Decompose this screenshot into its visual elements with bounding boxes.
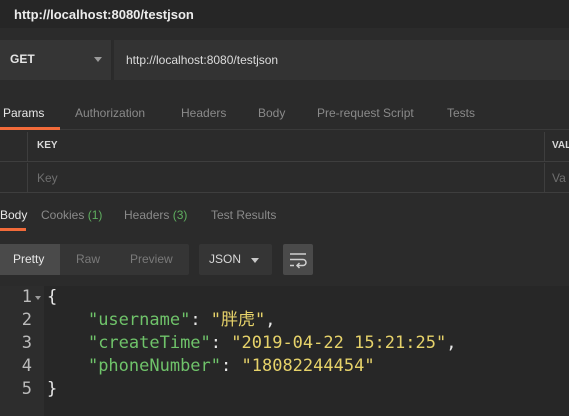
tab-cookies[interactable]: Cookies (1) bbox=[41, 208, 102, 222]
code-line: "phoneNumber": "18082244454" bbox=[87, 356, 375, 376]
tab-response-headers-label: Headers bbox=[124, 208, 170, 222]
key-column-header: KEY bbox=[28, 132, 545, 161]
tab-params[interactable]: Params bbox=[3, 106, 44, 120]
request-bar: GET bbox=[0, 40, 569, 80]
json-key: "username" bbox=[87, 310, 191, 330]
line-number: 2 bbox=[21, 310, 32, 330]
line-number: 4 bbox=[21, 356, 32, 376]
raw-button[interactable]: Raw bbox=[60, 244, 112, 275]
window-title-bar: http://localhost:8080/testjson bbox=[0, 0, 569, 28]
request-tabs: Params Authorization Headers Body Pre-re… bbox=[0, 100, 569, 130]
response-body-editor[interactable]: 1 2 3 4 5 { "username": "胖虎", "createTim… bbox=[0, 286, 569, 416]
params-header-row: KEY VAL bbox=[0, 132, 569, 162]
param-value-input[interactable] bbox=[546, 163, 569, 192]
tab-test-results[interactable]: Test Results bbox=[211, 208, 276, 222]
json-value: "18082244454" bbox=[241, 356, 375, 376]
view-mode-group: Pretty Raw Preview bbox=[0, 244, 189, 275]
active-tab-indicator bbox=[0, 127, 60, 130]
code-line: { bbox=[47, 286, 57, 309]
row-checkbox[interactable] bbox=[0, 163, 28, 192]
params-table: KEY VAL bbox=[0, 132, 569, 194]
response-toolbar: Pretty Raw Preview JSON bbox=[0, 244, 569, 276]
line-number: 3 bbox=[21, 333, 32, 353]
cookies-count: (1) bbox=[87, 208, 103, 222]
chevron-down-icon bbox=[251, 258, 259, 263]
tab-authorization[interactable]: Authorization bbox=[75, 106, 145, 120]
json-value: "胖虎" bbox=[210, 310, 266, 330]
code-line: "username": "胖虎", bbox=[87, 310, 276, 330]
response-tabs: Body Cookies (1) Headers (3) Test Result… bbox=[0, 203, 569, 231]
row-select-cell bbox=[0, 132, 28, 161]
wrap-lines-icon bbox=[290, 253, 307, 269]
preview-button[interactable]: Preview bbox=[112, 244, 189, 275]
url-input[interactable] bbox=[114, 40, 569, 80]
tab-pre-request-script[interactable]: Pre-request Script bbox=[317, 106, 414, 120]
params-row bbox=[0, 163, 569, 193]
method-label: GET bbox=[10, 52, 35, 66]
code-line: "createTime": "2019-04-22 15:21:25", bbox=[87, 333, 457, 353]
tab-response-headers[interactable]: Headers (3) bbox=[124, 208, 187, 222]
line-number: 1 bbox=[21, 287, 32, 307]
line-number-gutter: 1 2 3 4 5 bbox=[0, 286, 44, 416]
json-key: "createTime" bbox=[87, 333, 211, 353]
json-comma: , bbox=[446, 333, 457, 353]
json-value: "2019-04-22 15:21:25" bbox=[231, 333, 447, 353]
format-dropdown[interactable]: JSON bbox=[199, 244, 272, 275]
tab-body[interactable]: Body bbox=[258, 106, 285, 120]
param-key-input[interactable] bbox=[28, 163, 545, 192]
headers-count: (3) bbox=[172, 208, 188, 222]
value-column-header: VAL bbox=[552, 140, 569, 151]
json-comma: , bbox=[265, 310, 276, 330]
json-key: "phoneNumber" bbox=[87, 356, 222, 376]
wrap-lines-button[interactable] bbox=[283, 244, 313, 275]
fold-chevron-icon[interactable] bbox=[35, 296, 41, 300]
json-close-brace: } bbox=[47, 379, 58, 399]
pretty-button[interactable]: Pretty bbox=[0, 244, 60, 275]
format-label: JSON bbox=[209, 252, 242, 266]
tab-cookies-label: Cookies bbox=[41, 208, 85, 222]
method-dropdown[interactable]: GET bbox=[0, 40, 112, 80]
code-line: } bbox=[47, 378, 57, 401]
tab-headers[interactable]: Headers bbox=[181, 106, 226, 120]
json-open-brace: { bbox=[47, 287, 58, 307]
window-title: http://localhost:8080/testjson bbox=[14, 7, 194, 22]
active-response-tab-indicator bbox=[0, 228, 26, 231]
tab-response-body[interactable]: Body bbox=[0, 208, 27, 222]
chevron-down-icon bbox=[94, 57, 102, 62]
tab-tests[interactable]: Tests bbox=[447, 106, 475, 120]
line-number: 5 bbox=[21, 379, 32, 399]
